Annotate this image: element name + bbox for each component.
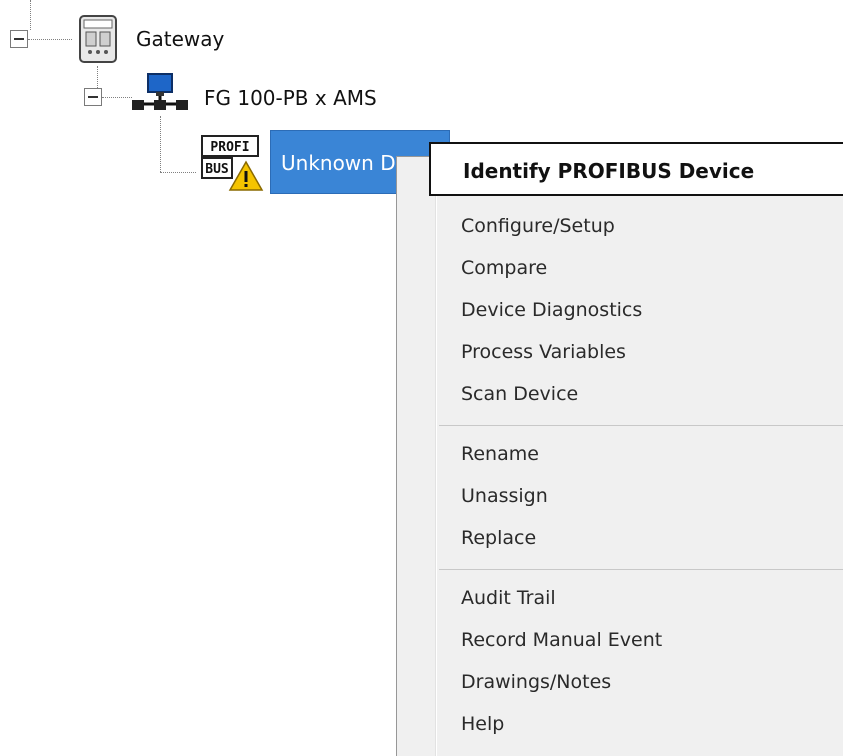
menu-item-help[interactable]: Help — [397, 705, 843, 743]
menu-separator — [439, 425, 843, 426]
context-menu: Identify PROFIBUS Device Configure/Setup… — [396, 142, 843, 756]
menu-item-label: Scan Device — [461, 383, 579, 405]
menu-item-label: Device Diagnostics — [461, 299, 643, 321]
collapse-network-button[interactable] — [84, 88, 102, 106]
menu-item-label: Configure/Setup — [461, 215, 615, 237]
menu-item-label: Rename — [461, 443, 539, 465]
tree-connector — [160, 116, 161, 172]
menu-item-label: Process Variables — [461, 341, 626, 363]
menu-item-unassign[interactable]: Unassign — [397, 477, 843, 515]
menu-item-configure-setup[interactable]: Configure/Setup — [397, 207, 843, 245]
network-computer-icon[interactable] — [130, 72, 192, 116]
menu-item-device-diagnostics[interactable]: Device Diagnostics — [397, 291, 843, 329]
menu-item-label: Unassign — [461, 485, 548, 507]
menu-item-process-variables[interactable]: Process Variables — [397, 333, 843, 371]
menu-item-label: Compare — [461, 257, 548, 279]
menu-item-scan-device[interactable]: Scan Device — [397, 375, 843, 413]
menu-item-label: Record Manual Event — [461, 629, 663, 651]
tree-connector — [97, 66, 98, 88]
menu-item-label: Identify PROFIBUS Device — [463, 159, 755, 183]
menu-item-identify-profibus-device[interactable]: Identify PROFIBUS Device — [429, 142, 843, 196]
menu-item-drawings-notes[interactable]: Drawings/Notes — [397, 663, 843, 701]
menu-separator — [439, 569, 843, 570]
tree-node-gateway[interactable]: Gateway — [136, 27, 224, 51]
menu-item-replace[interactable]: Replace — [397, 519, 843, 557]
menu-item-label: Drawings/Notes — [461, 671, 612, 693]
menu-item-label: Audit Trail — [461, 587, 556, 609]
menu-item-audit-trail[interactable]: Audit Trail — [397, 579, 843, 617]
warning-icon — [228, 160, 264, 192]
profibus-logo-text-bottom: BUS — [205, 162, 229, 177]
tree-connector — [160, 172, 196, 173]
profibus-logo-text-top: PROFI — [210, 140, 249, 155]
tree-connector — [30, 0, 31, 30]
menu-item-rename[interactable]: Rename — [397, 435, 843, 473]
collapse-gateway-button[interactable] — [10, 30, 28, 48]
menu-item-label: Help — [461, 713, 505, 735]
menu-item-compare[interactable]: Compare — [397, 249, 843, 287]
menu-item-label: Replace — [461, 527, 537, 549]
gateway-device-icon[interactable] — [72, 10, 124, 68]
tree-connector — [102, 97, 132, 98]
tree-node-network[interactable]: FG 100-PB x AMS — [204, 86, 377, 110]
menu-item-record-manual-event[interactable]: Record Manual Event — [397, 621, 843, 659]
tree-connector — [28, 39, 72, 40]
